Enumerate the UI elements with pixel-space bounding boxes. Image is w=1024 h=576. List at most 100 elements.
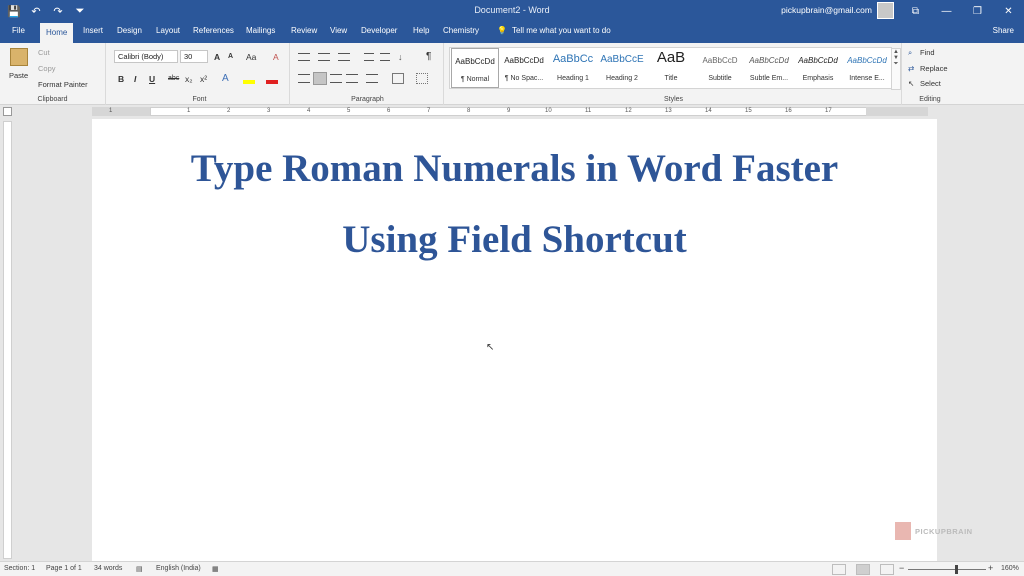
show-formatting-button[interactable]: ¶ (426, 51, 431, 62)
proofing-icon[interactable]: ▤ (136, 565, 143, 573)
read-mode-button[interactable] (832, 564, 846, 575)
zoom-slider-thumb[interactable] (955, 565, 958, 574)
format-painter-button[interactable]: Format Painter (38, 80, 88, 89)
status-page[interactable]: Page 1 of 1 (46, 565, 82, 572)
style-subtle-emphasis[interactable]: AaBbCcDd Subtle Em... (745, 48, 793, 88)
copy-button[interactable]: Copy (38, 64, 56, 73)
zoom-level[interactable]: 160% (1001, 565, 1019, 572)
tab-design[interactable]: Design (117, 26, 142, 35)
tab-selector[interactable] (3, 107, 12, 116)
zoom-out-button[interactable]: − (899, 563, 904, 573)
bullets-icon[interactable] (298, 53, 310, 61)
grow-font-button[interactable]: A (214, 52, 220, 62)
ruler-body[interactable]: 1 1 2 3 4 5 6 7 8 9 10 11 12 13 14 15 16… (109, 107, 928, 116)
numbering-icon[interactable] (318, 53, 330, 61)
style-no-spacing[interactable]: AaBbCcDd ¶ No Spac... (500, 48, 548, 88)
strikethrough-button[interactable]: abc (168, 75, 179, 82)
increase-indent-icon[interactable] (380, 53, 390, 61)
close-button[interactable]: ✕ (993, 0, 1024, 23)
tab-developer[interactable]: Developer (361, 26, 397, 35)
avatar[interactable] (877, 2, 894, 19)
tell-me-text: Tell me what you want to do (511, 26, 611, 35)
justify-icon[interactable] (346, 74, 358, 83)
font-name-dropdown[interactable]: Calibri (Body) (114, 50, 178, 63)
font-color-icon[interactable] (266, 80, 278, 84)
status-language[interactable]: English (India) (156, 565, 201, 572)
document-heading-line-2[interactable]: Using Field Shortcut (92, 217, 937, 262)
account-email[interactable]: pickupbrain@gmail.com (781, 5, 872, 15)
style-sample: AaBbCcDd (847, 56, 887, 65)
tab-review[interactable]: Review (291, 26, 317, 35)
style-heading-2[interactable]: AaBbCcE Heading 2 (598, 48, 646, 88)
replace-button[interactable]: Replace (920, 64, 948, 73)
shading-icon[interactable] (392, 73, 404, 84)
style-emphasis[interactable]: AaBbCcDd Emphasis (794, 48, 842, 88)
ruler-left-margin (92, 107, 150, 116)
restore-button[interactable]: ❐ (962, 0, 993, 23)
tab-insert[interactable]: Insert (83, 26, 103, 35)
find-button[interactable]: Find (920, 48, 935, 57)
style-intense-emphasis[interactable]: AaBbCcDd Intense E... (843, 48, 891, 88)
font-size-dropdown[interactable]: 30 (180, 50, 208, 63)
change-case-button[interactable]: Aa (246, 52, 256, 62)
tab-view[interactable]: View (330, 26, 347, 35)
sort-icon[interactable]: ↓ (398, 52, 403, 62)
text-effects-icon[interactable]: A (222, 73, 234, 85)
mouse-cursor-icon: ↖ (486, 342, 495, 353)
share-button[interactable]: Share (993, 26, 1014, 35)
underline-button[interactable]: U (149, 74, 155, 84)
borders-icon[interactable] (416, 73, 428, 84)
tab-layout[interactable]: Layout (156, 26, 180, 35)
cut-button[interactable]: Cut (38, 48, 50, 57)
line-spacing-icon[interactable] (366, 74, 378, 83)
clear-formatting-button[interactable]: A (273, 52, 279, 62)
paste-icon[interactable] (10, 48, 28, 66)
tab-file[interactable]: File (12, 26, 25, 35)
align-right-icon[interactable] (330, 74, 342, 83)
web-layout-button[interactable] (880, 564, 894, 575)
vertical-scrollbar[interactable] (1012, 117, 1024, 561)
style-heading-1[interactable]: AaBbCc Heading 1 (549, 48, 597, 88)
ribbon-display-options-button[interactable]: ⧉ (900, 0, 931, 23)
clipboard-group: Paste Cut Copy Format Painter Clipboard (0, 43, 106, 105)
macro-recording-icon[interactable]: ▦ (212, 565, 219, 573)
align-left-icon[interactable] (298, 74, 310, 83)
style-subtitle[interactable]: AaBbCcD Subtitle (696, 48, 744, 88)
paste-button[interactable]: Paste (9, 71, 28, 80)
align-center-icon[interactable] (313, 72, 327, 85)
status-word-count[interactable]: 34 words (94, 565, 122, 572)
tab-mailings[interactable]: Mailings (246, 26, 275, 35)
tab-help[interactable]: Help (413, 26, 429, 35)
zoom-in-button[interactable]: + (988, 563, 993, 573)
minimize-button[interactable]: — (931, 0, 962, 23)
italic-button[interactable]: I (134, 74, 136, 84)
document-heading-line-1[interactable]: Type Roman Numerals in Word Faster (92, 146, 937, 191)
shrink-font-button[interactable]: A (228, 53, 233, 60)
styles-gallery-scroll[interactable]: ▲ ▼ ⏷ (891, 48, 901, 90)
decrease-indent-icon[interactable] (364, 53, 374, 61)
font-group: Calibri (Body) 30 A A Aa A B I U abc x₂ … (110, 43, 290, 105)
style-name: ¶ Normal (460, 76, 490, 83)
select-button[interactable]: Select (920, 79, 941, 88)
status-section[interactable]: Section: 1 (4, 565, 35, 572)
vertical-ruler[interactable] (3, 121, 12, 559)
style-sample: AaBbCcDd (455, 57, 495, 66)
multilevel-list-icon[interactable] (338, 53, 350, 61)
ruler-number: 8 (467, 108, 471, 114)
tab-references[interactable]: References (193, 26, 234, 35)
more-styles-icon[interactable]: ⏷ (892, 61, 900, 68)
zoom-slider[interactable] (908, 569, 986, 570)
horizontal-ruler[interactable]: 1 1 2 3 4 5 6 7 8 9 10 11 12 13 14 15 16… (0, 106, 1024, 117)
style-title[interactable]: AaB Title (647, 48, 695, 88)
subscript-button[interactable]: x₂ (185, 74, 193, 84)
style-normal[interactable]: AaBbCcDd ¶ Normal (451, 48, 499, 88)
ruler-number: 4 (307, 108, 311, 114)
print-layout-button[interactable] (856, 564, 870, 575)
tab-chemistry[interactable]: Chemistry (443, 26, 479, 35)
tab-home[interactable]: Home (40, 23, 74, 43)
styles-gallery: AaBbCcDd ¶ Normal AaBbCcDd ¶ No Spac... … (449, 47, 901, 90)
bold-button[interactable]: B (118, 74, 124, 84)
superscript-button[interactable]: x² (200, 74, 207, 84)
highlight-color-icon[interactable] (243, 80, 255, 84)
tell-me-box[interactable]: 💡 Tell me what you want to do (497, 26, 611, 35)
